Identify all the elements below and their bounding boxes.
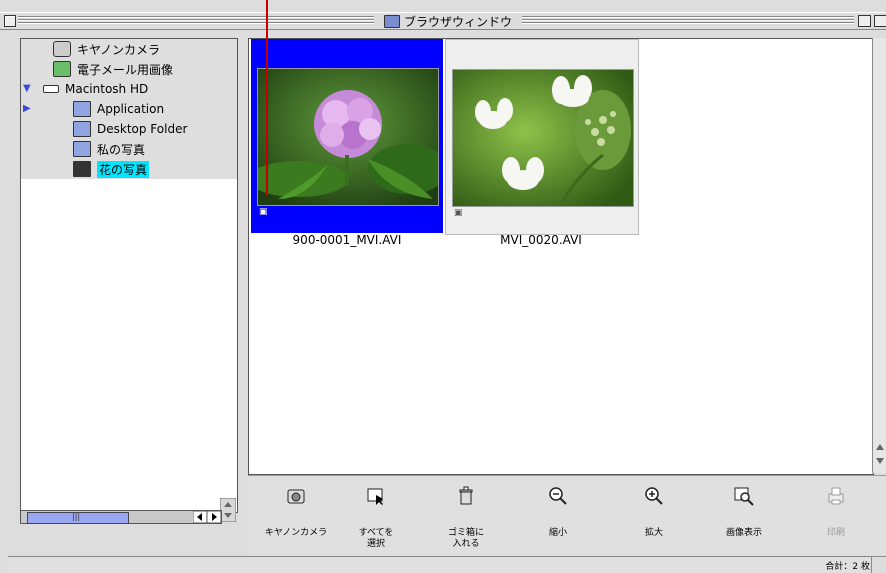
camera-icon: [53, 41, 71, 57]
email-image-icon: [53, 61, 71, 77]
zoom-in-button[interactable]: 拡大: [614, 476, 694, 556]
tree-item-label: Desktop Folder: [97, 122, 188, 136]
printer-icon: [828, 487, 844, 505]
thumbnail-image-hydrangea[interactable]: [257, 68, 439, 206]
trash-icon: [459, 486, 473, 505]
tree-item-canon-camera[interactable]: キヤノンカメラ: [21, 39, 237, 59]
tree-item-application[interactable]: ▶ Application: [21, 99, 237, 119]
folder-icon: [73, 101, 91, 117]
thumbnail-image-white-flowers[interactable]: [452, 69, 634, 207]
move-to-trash-button[interactable]: ゴミ箱に 入れる: [426, 476, 506, 556]
tree-item-label: 花の写真: [97, 160, 150, 178]
view-image-label: 画像表示: [725, 528, 762, 538]
window-title: ブラウザウィンドウ: [378, 13, 519, 29]
tree-item-my-photos[interactable]: 私の写真: [21, 139, 237, 159]
tree-item-label: キヤノンカメラ: [77, 42, 161, 57]
folder-tree[interactable]: キヤノンカメラ 電子メール用画像 ▼ Macintosh HD ▶ Applic…: [20, 38, 238, 513]
thumbnail-item[interactable]: ▣: [445, 39, 639, 235]
thumbnail-filename: MVI_0020.AVI: [500, 233, 582, 247]
view-image-icon: [734, 487, 754, 506]
thumbnail-filename: 900-0001_MVI.AVI: [292, 233, 402, 247]
zoom-in-icon: [645, 487, 663, 505]
callout-line: [266, 0, 268, 196]
zoom-out-icon: [549, 487, 567, 505]
movie-icon: ▣: [454, 208, 463, 218]
select-all-button[interactable]: すべてを 選択: [336, 476, 416, 556]
zoom-out-label: 縮小: [548, 528, 567, 538]
view-image-button[interactable]: 画像表示: [704, 476, 784, 556]
disclosure-triangle-collapsed-icon[interactable]: ▶: [23, 103, 31, 114]
tree-item-desktop-folder[interactable]: Desktop Folder: [21, 119, 237, 139]
collapse-box[interactable]: [874, 15, 886, 27]
folder-icon: [73, 121, 91, 137]
canon-camera-button[interactable]: キヤノンカメラ: [256, 476, 336, 556]
zoom-out-button[interactable]: 縮小: [518, 476, 598, 556]
select-all-icon: [367, 488, 383, 505]
tree-vertical-scrollbar[interactable]: [219, 497, 237, 523]
movie-icon: ▣: [259, 207, 268, 217]
scroll-thumb[interactable]: |||: [27, 512, 129, 524]
tree-item-label: 電子メール用画像: [77, 62, 174, 77]
tree-item-macintosh-hd[interactable]: ▼ Macintosh HD: [21, 79, 237, 99]
resize-handle[interactable]: [871, 557, 886, 573]
folder-icon: [384, 14, 400, 28]
move-to-trash-label: ゴミ箱に 入れる: [447, 528, 484, 549]
zoom-box[interactable]: [858, 15, 871, 27]
tree-item-flower-photos[interactable]: 花の写真: [21, 159, 237, 179]
tree-item-email-images[interactable]: 電子メール用画像: [21, 59, 237, 79]
zoom-in-label: 拡大: [644, 528, 663, 538]
scroll-up-arrow-icon: [876, 444, 884, 450]
scroll-arrows-icon[interactable]: [193, 511, 221, 523]
thumbnail-item[interactable]: ▣: [251, 39, 443, 233]
thumbnail-area[interactable]: ▣ ▣ 900-0001_MVI.AVI MVI_0020.AVI: [248, 38, 874, 475]
print-label: 印刷: [826, 528, 845, 538]
hard-disk-icon: [43, 85, 59, 93]
select-all-label: すべてを 選択: [358, 528, 394, 549]
tree-item-label: Application: [97, 102, 165, 116]
canon-camera-label: キヤノンカメラ: [264, 528, 328, 538]
disclosure-triangle-expanded-icon[interactable]: ▼: [23, 83, 31, 94]
tree-item-label: Macintosh HD: [65, 82, 149, 96]
print-button[interactable]: 印刷: [796, 476, 876, 556]
browser-window: ブラウザウィンドウ キヤノンカメラ 電子メール用画像 ▼ Macintosh H…: [0, 0, 886, 573]
tree-item-label: 私の写真: [97, 142, 146, 157]
status-bar: 合計：2 枚: [8, 556, 886, 573]
content-vertical-scrollbar[interactable]: [872, 38, 886, 473]
tree-horizontal-scrollbar[interactable]: |||: [20, 510, 222, 524]
toolbar: キヤノンカメラ すべてを 選択 ゴミ箱に 入れる 縮小 拡大 画像表示 印刷: [248, 475, 886, 556]
total-count: 合計：2 枚: [825, 562, 870, 572]
scroll-down-arrow-icon: [876, 458, 884, 464]
camera-icon: [287, 489, 305, 504]
title-bar[interactable]: ブラウザウィンドウ: [0, 12, 886, 30]
window-title-text: ブラウザウィンドウ: [404, 14, 513, 29]
close-box[interactable]: [4, 15, 16, 27]
folder-open-icon: [73, 161, 91, 177]
folder-icon: [73, 141, 91, 157]
